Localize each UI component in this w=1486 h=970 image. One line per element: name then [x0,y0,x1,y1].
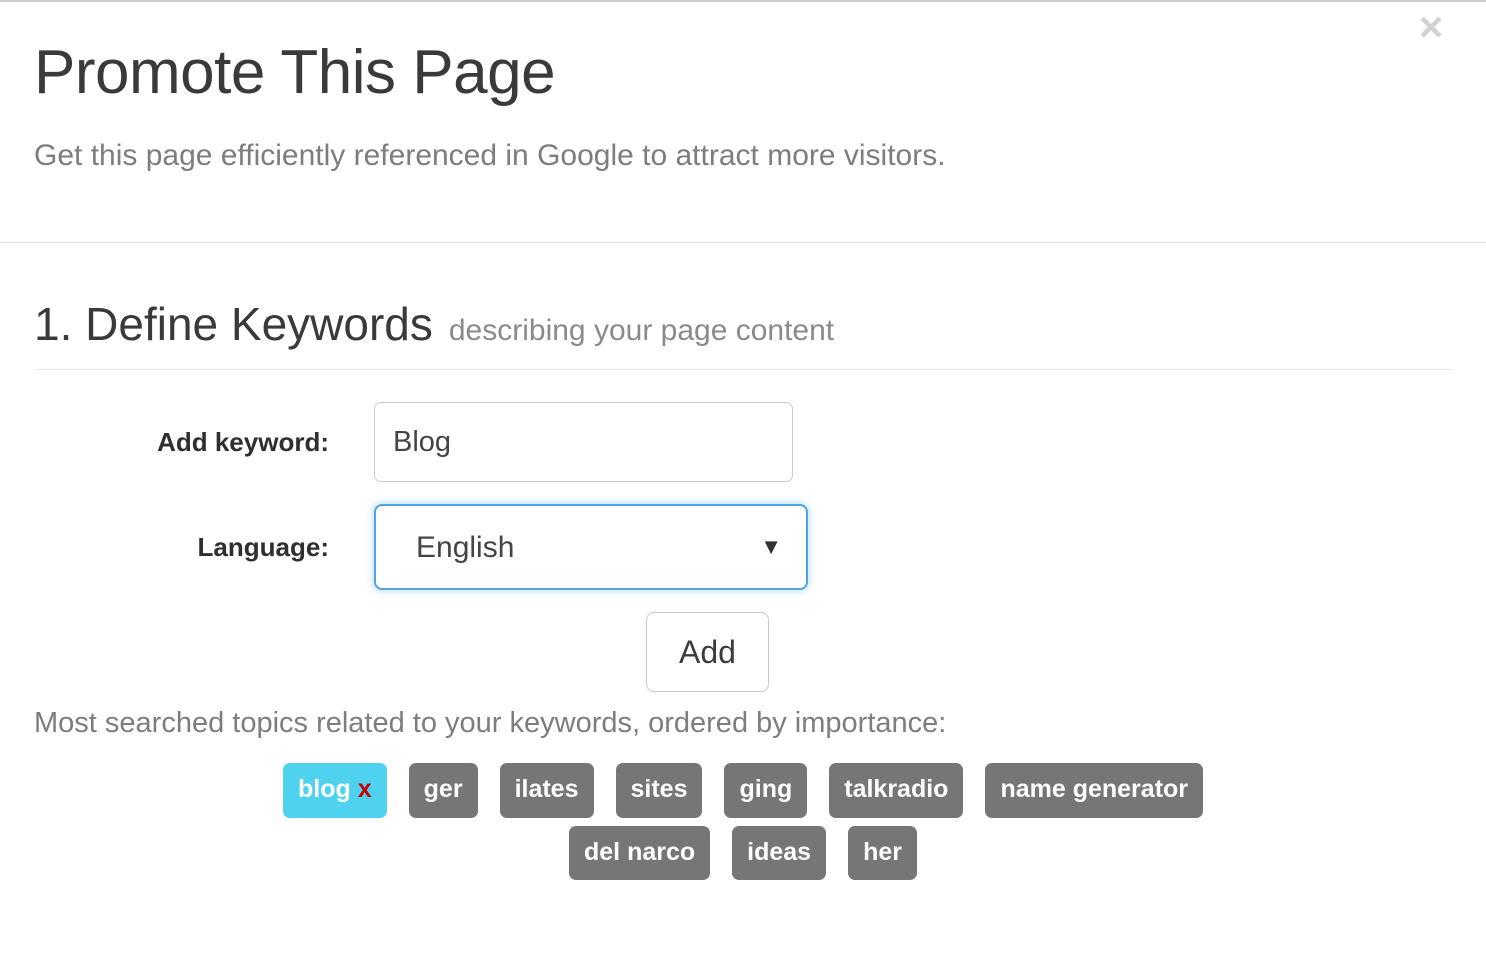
topic-tag[interactable]: blog x [282,762,387,818]
topic-tag-label: ideas [747,837,812,866]
language-select[interactable]: English [374,504,808,590]
language-select-wrap: English ▼ [374,504,808,590]
add-button-row: Add [34,612,1452,692]
keyword-form: Add keyword: Language: English ▼ Add [34,370,1452,888]
topic-tag-label: ger [423,774,463,803]
topic-tag[interactable]: her [848,825,917,881]
topic-tag-label: talkradio [844,774,949,803]
section-subtitle: describing your page content [448,314,835,347]
remove-tag-icon[interactable]: x [358,775,372,803]
add-keyword-field-wrap [374,402,793,482]
topic-tag-label: sites [630,774,688,803]
keyword-input[interactable] [374,402,793,482]
topic-tag-label: ilates [514,774,579,803]
topics-note: Most searched topics related to your key… [34,707,947,739]
topic-tag[interactable]: talkradio [829,762,964,818]
modal-body: 1. Define Keywords describing your page … [0,243,1486,888]
form-row-language: Language: English ▼ [34,504,1452,590]
topic-tag-label: del narco [584,837,696,866]
topic-tag-label: ging [739,774,793,803]
section-title: 1. Define Keywords [34,298,433,350]
topic-tag[interactable]: ilates [499,762,594,818]
language-label: Language: [197,531,329,562]
close-icon[interactable]: × [1412,6,1450,48]
topic-tag[interactable]: name generator [985,762,1204,818]
promote-page-modal: × Promote This Page Get this page effici… [0,0,1486,970]
topic-tag-label: blog [297,774,351,803]
topic-tag-label: her [863,837,902,866]
topic-tag[interactable]: sites [615,762,703,818]
topic-tag[interactable]: ger [408,762,478,818]
topic-tag-cloud: blog x ger ilates sites ging talkradio name gen… [34,762,1452,889]
page-title: Promote This Page [34,38,556,107]
add-keyword-button[interactable]: Add [646,612,769,692]
form-row-add-keyword: Add keyword: [34,402,1452,482]
topic-tag[interactable]: ging [724,762,808,818]
modal-header: × Promote This Page Get this page effici… [0,2,1486,243]
page-subtitle: Get this page efficiently referenced in … [34,139,946,172]
topic-tag[interactable]: ideas [732,825,827,881]
section-header-define-keywords: 1. Define Keywords describing your page … [34,301,1452,370]
topic-tag-label: name generator [1000,774,1189,803]
add-keyword-label: Add keyword: [157,426,329,457]
topic-tag[interactable]: del narco [569,825,711,881]
